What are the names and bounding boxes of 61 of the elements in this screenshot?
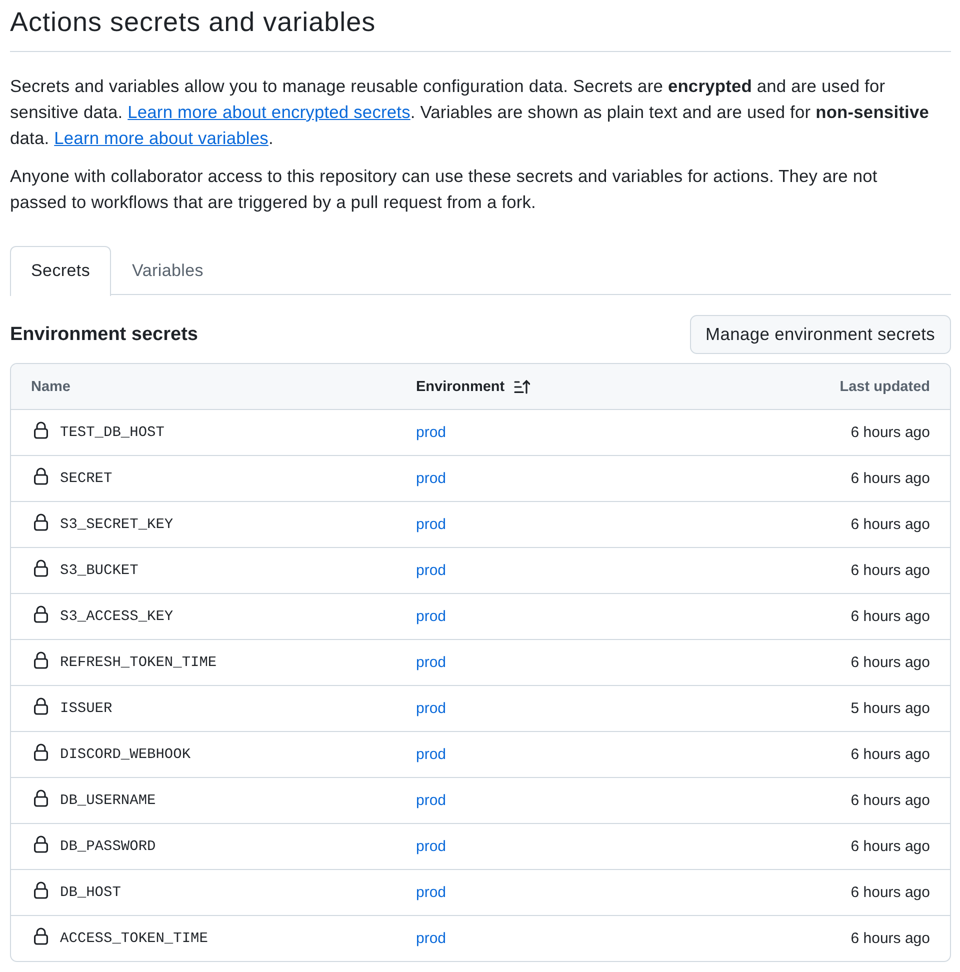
secret-name: TEST_DB_HOST — [60, 424, 164, 440]
lock-icon — [33, 834, 49, 852]
secret-name: DB_HOST — [60, 884, 121, 900]
updated-time: 6 hours ago — [850, 562, 930, 579]
environment-link[interactable]: prod — [416, 746, 446, 763]
lock-icon — [33, 926, 49, 944]
environment-link[interactable]: prod — [416, 608, 446, 625]
column-header: Name — [31, 378, 70, 394]
lock-icon — [33, 604, 49, 622]
updated-time: 6 hours ago — [850, 884, 930, 901]
environment-link[interactable]: prod — [416, 424, 446, 441]
lock-icon — [33, 512, 49, 530]
secret-name: S3_SECRET_KEY — [60, 516, 174, 532]
lock-icon — [33, 696, 49, 714]
lock-icon — [33, 742, 49, 760]
updated-time: 6 hours ago — [850, 608, 930, 625]
secret-name: S3_BUCKET — [60, 562, 138, 578]
secret-name: S3_ACCESS_KEY — [60, 608, 174, 624]
secret-name: DB_USERNAME — [60, 792, 156, 808]
updated-time: 6 hours ago — [850, 516, 930, 533]
updated-time: 6 hours ago — [850, 838, 930, 855]
lock-icon — [33, 880, 49, 898]
learn-more-link[interactable]: Learn more about encrypted secrets — [128, 102, 410, 122]
manage-secrets-button[interactable]: Manage environment secrets — [690, 315, 951, 354]
sort-icon[interactable] — [514, 378, 530, 394]
environment-link[interactable]: prod — [416, 470, 446, 487]
tab[interactable]: Secrets — [10, 246, 112, 296]
environment-link[interactable]: prod — [416, 700, 446, 717]
secret-name: SECRET — [60, 470, 112, 486]
column-header: Last updated — [840, 378, 930, 394]
description-text: Secrets and variables allow you to manage reusable configuration data. Secrets are encrypted and are used for sensitive data. Learn more about encrypted secrets. Variables are shown as plain text and are used for non-sensitive data. Learn more about variables. — [10, 75, 930, 150]
updated-time: 6 hours ago — [850, 746, 930, 763]
environment-link[interactable]: prod — [416, 562, 446, 579]
environment-link[interactable]: prod — [416, 930, 446, 947]
environment-link[interactable]: prod — [416, 884, 446, 901]
environment-link[interactable]: prod — [416, 792, 446, 809]
lock-icon — [33, 466, 49, 484]
lock-icon — [33, 558, 49, 576]
updated-time: 6 hours ago — [850, 930, 930, 947]
secret-name: DISCORD_WEBHOOK — [60, 746, 191, 762]
tab[interactable]: Variables — [111, 246, 224, 294]
description-text: Anyone with collaborator access to this repository can use these secrets and variables for actions. They are not passed to workflows that are triggered by a pull request from a fork. — [10, 165, 878, 214]
secret-name: DB_PASSWORD — [60, 838, 156, 854]
section-title: Environment secrets — [10, 324, 198, 346]
environment-link[interactable]: prod — [416, 516, 446, 533]
lock-icon — [33, 420, 49, 438]
lock-icon — [33, 788, 49, 806]
updated-time: 6 hours ago — [850, 424, 930, 441]
page-title: Actions secrets and variables — [10, 0, 951, 52]
updated-time: 6 hours ago — [850, 470, 930, 487]
environment-link[interactable]: prod — [416, 654, 446, 671]
environment-link[interactable]: prod — [416, 838, 446, 855]
updated-time: 6 hours ago — [850, 792, 930, 809]
secret-name: ACCESS_TOKEN_TIME — [60, 930, 208, 946]
column-header: Environment — [416, 378, 505, 394]
learn-more-link[interactable]: Learn more about variables — [54, 128, 268, 148]
secret-name: REFRESH_TOKEN_TIME — [60, 654, 217, 670]
updated-time: 5 hours ago — [850, 700, 930, 717]
updated-time: 6 hours ago — [850, 654, 930, 671]
secret-name: ISSUER — [60, 700, 112, 716]
lock-icon — [33, 650, 49, 668]
